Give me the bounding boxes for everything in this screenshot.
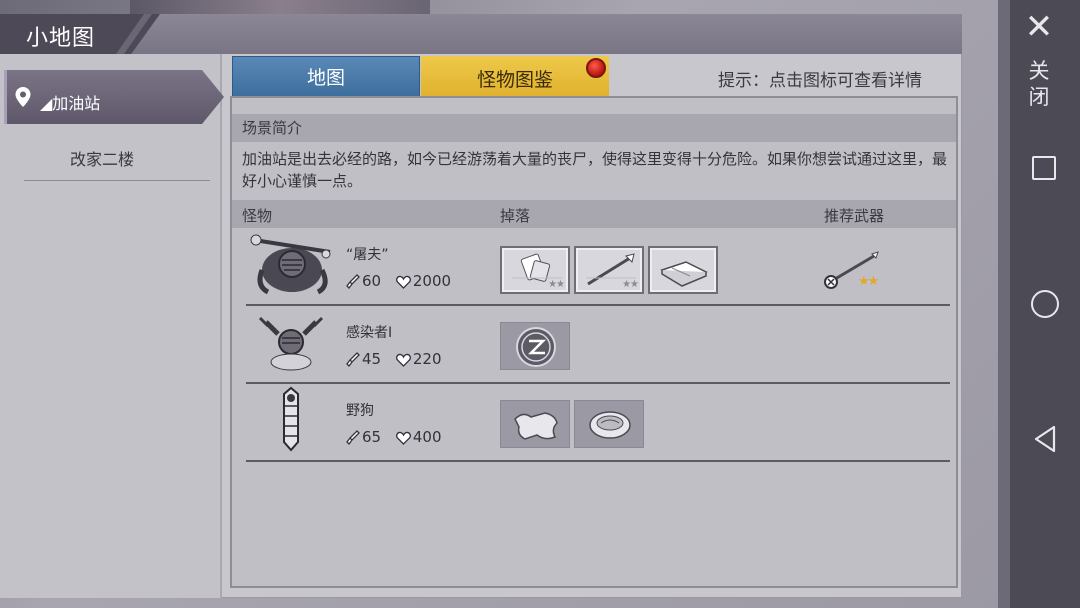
attack-value: 65	[362, 428, 382, 446]
meat-icon	[589, 411, 631, 439]
heart-icon	[395, 431, 411, 445]
tab-monster-guide-label: 怪物图鉴	[476, 69, 553, 91]
hide-icon	[514, 412, 558, 440]
window-title: 小地图	[26, 26, 96, 51]
column-monster: 怪物	[242, 207, 273, 225]
heart-icon	[395, 353, 411, 367]
drop-item[interactable]	[500, 400, 570, 448]
hp-value: 400	[412, 428, 442, 446]
scene-intro-header: 场景简介	[232, 114, 956, 142]
hp-stat: 2000	[395, 272, 452, 290]
wild-dog-portrait-icon	[283, 386, 299, 452]
monster-stats: 65 400	[346, 428, 452, 446]
monster-row[interactable]: 感染者I 45 220	[246, 306, 950, 384]
attack-icon	[346, 430, 360, 445]
butcher-portrait-icon	[250, 234, 331, 295]
close-icon[interactable]: ✕	[1023, 10, 1055, 44]
home-button[interactable]	[1031, 290, 1059, 318]
location-item[interactable]: 改家二楼	[24, 136, 210, 181]
infected-portrait-icon	[258, 316, 324, 371]
tab-map[interactable]: 地图	[232, 56, 420, 98]
monster-name: 感染者I	[346, 325, 393, 341]
attack-stat: 60	[346, 272, 381, 290]
location-item-label: 改家二楼	[70, 150, 135, 169]
attack-icon	[346, 274, 360, 289]
monster-name: 野狗	[346, 403, 374, 419]
column-recommended-weapon: 推荐武器	[824, 207, 885, 225]
hint-text: 提示：点击图标可查看详情	[718, 71, 922, 91]
rarity-stars: ★★	[622, 279, 639, 290]
recent-apps-button[interactable]	[1032, 156, 1056, 180]
hp-value: 2000	[412, 272, 452, 290]
drop-item[interactable]: ★★	[500, 246, 570, 294]
heart-icon	[395, 275, 411, 289]
drop-item[interactable]	[500, 322, 570, 370]
book-icon	[660, 261, 708, 287]
monster-table-header: 怪物 掉落 推荐武器	[232, 200, 956, 228]
monster-row[interactable]: 野狗 65 400	[246, 384, 950, 462]
monster-row[interactable]: “屠夫” 60 2000 ★★ ★★ ★★	[246, 228, 950, 306]
attack-value: 60	[362, 272, 382, 290]
drop-item[interactable]: ★★	[574, 246, 644, 294]
monster-stats: 45 220	[346, 350, 452, 368]
hp-stat: 220	[395, 350, 442, 368]
weapon-rarity-stars: ★★	[858, 274, 879, 289]
nav-divider	[998, 0, 1010, 608]
monster-name: “屠夫”	[346, 247, 389, 263]
selected-location-label: ◢加油站	[40, 94, 101, 113]
close-button-label[interactable]: 关闭	[1028, 58, 1050, 110]
column-drops: 掉落	[500, 207, 531, 225]
hp-stat: 400	[395, 428, 442, 446]
scene-description: 加油站是出去必经的路，如今已经游荡着大量的丧尸，使得这里变得十分危险。如果你想尝…	[242, 150, 948, 190]
attack-stat: 65	[346, 428, 381, 446]
location-item-selected[interactable]	[4, 70, 224, 124]
monster-stats: 60 2000	[346, 272, 461, 290]
hp-value: 220	[412, 350, 442, 368]
attack-stat: 45	[346, 350, 381, 368]
attack-icon	[346, 352, 360, 367]
drop-item[interactable]	[574, 400, 644, 448]
notification-dot	[586, 58, 606, 78]
location-pin-icon	[15, 87, 31, 107]
drop-item[interactable]	[648, 246, 718, 294]
coin-icon	[516, 327, 556, 367]
attack-value: 45	[362, 350, 382, 368]
rarity-stars: ★★	[548, 279, 565, 290]
back-icon[interactable]	[1032, 424, 1058, 454]
